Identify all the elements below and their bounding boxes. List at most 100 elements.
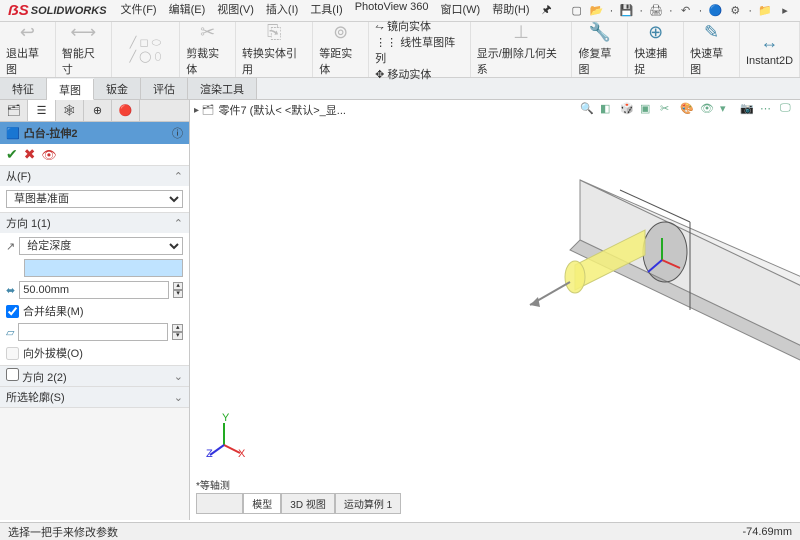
content-area: 🗂 ☰ 🕸 ⊕ 🔴 🟦 凸台-拉伸2 ⓘ ✔ ✖ 👁 从(F)⌃ 草图基准面 方向… [0,100,800,520]
menu-file[interactable]: 文件(F) [115,0,163,23]
depth-icon: ⬌ [6,284,15,297]
property-tab[interactable]: ☰ [28,100,56,121]
display-style-icon[interactable]: ▣ [640,102,654,116]
appearance-tab[interactable]: 🔴 [112,100,140,121]
feature-tree-tab[interactable]: 🗂 [0,100,28,121]
extrude-icon: 🟦 [6,127,20,140]
undo-icon[interactable]: ↶ [679,4,693,18]
settings-icon[interactable]: ⋯ [760,102,774,116]
trim-button[interactable]: ✂剪裁实体 [180,22,236,77]
draft-out-label: 向外拔模(O) [23,345,83,361]
contours-header[interactable]: 所选轮廓(S)⌄ [0,387,189,407]
relations-button[interactable]: ⊥显示/删除几何关系 [471,22,573,77]
merge-label: 合并结果(M) [23,303,84,319]
app-name: SOLIDWORKS [31,5,107,17]
dir2-checkbox[interactable] [6,368,19,381]
menu-search-icon[interactable]: 🖈 [536,0,558,23]
menu-view[interactable]: 视图(V) [211,0,260,23]
preview-icon[interactable]: 👁 [41,148,56,162]
hidden-icon[interactable]: 👁 [700,102,714,116]
heads-up-toolbar: 🔍 ◧ 🎲 ▣ ✂ 🎨 👁 ▾ 📷 ⋯ 🖵 [580,102,794,116]
direction-input[interactable] [24,259,183,277]
options-icon[interactable]: ⚙ [728,4,742,18]
zoom-icon[interactable]: 🔍 [580,102,594,116]
print-icon[interactable]: 🖨 [649,4,663,18]
zoom-area-icon[interactable]: ◧ [600,102,614,116]
ok-button[interactable]: ✔ [6,146,18,163]
screen-icon[interactable]: 🖵 [780,102,794,116]
view-orient-icon[interactable]: 🎲 [620,102,634,116]
config-tab[interactable]: 🕸 [56,100,84,121]
convert-button[interactable]: ⎘转换实体引用 [236,22,313,77]
sketch-tools-group[interactable]: ╱ ◻ ⬭ ╱ ◯ ⬯ [112,22,181,77]
tab-eval[interactable]: 评估 [141,78,188,99]
app-logo: ẞS SOLIDWORKS [0,2,115,19]
from-section: 从(F)⌃ 草图基准面 [0,166,189,213]
dir1-header[interactable]: 方向 1(1)⌃ [0,213,189,233]
reverse-icon[interactable]: ↗ [6,240,15,253]
svg-text:Z: Z [206,448,213,460]
folder-icon[interactable]: 📁 [758,4,772,18]
model-tab[interactable]: 模型 [243,493,281,514]
merge-checkbox[interactable] [6,305,19,318]
draft-out-checkbox [6,347,19,360]
new-icon[interactable]: ▢ [570,4,584,18]
tab-sketch[interactable]: 草图 [47,79,94,100]
status-hint: 选择一把手来修改参数 [8,524,118,540]
tab-sheet[interactable]: 钣金 [94,78,141,99]
menu-items: 文件(F) 编辑(E) 视图(V) 插入(I) 工具(I) PhotoView … [115,0,558,23]
feature-title: 凸台-拉伸2 [24,125,78,141]
menu-tools[interactable]: 工具(I) [304,0,348,23]
blank-tab[interactable]: ⠀⠀⠀⠀ [196,493,243,514]
status-coord: -74.69mm [742,526,792,538]
pattern-group[interactable]: ⥊ 镜向实体 ⋮⋮ 线性草图阵列 ✥ 移动实体 [369,22,471,77]
menu-insert[interactable]: 插入(I) [260,0,304,23]
bottom-tabs: ⠀⠀⠀⠀ 模型 3D 视图 运动算例 1 [196,493,401,514]
dir2-header[interactable]: 方向 2(2)⌄ [0,366,189,386]
help-icon[interactable]: ⓘ [172,125,183,141]
orientation-triad[interactable]: Y X Z [204,417,244,460]
end-condition-select[interactable]: 给定深度 [19,237,183,255]
3dview-tab[interactable]: 3D 视图 [281,493,335,514]
logo-icon: ẞS [8,2,29,19]
instant2d-button[interactable]: ↔Instant2D [740,22,800,77]
motion-tab[interactable]: 运动算例 1 [335,493,401,514]
repair-button[interactable]: 🔧修复草图 [572,22,628,77]
manager-tabs: 🗂 ☰ 🕸 ⊕ 🔴 [0,100,189,122]
scene-icon[interactable]: 🎨 [680,102,694,116]
rebuild-icon[interactable]: 🔵 [708,4,722,18]
quick-sketch-button[interactable]: ✎快速草图 [684,22,740,77]
section-icon[interactable]: ✂ [660,102,674,116]
draft-input[interactable] [18,323,168,341]
render-icon[interactable]: 📷 [740,102,754,116]
snap-button[interactable]: ⊕快速捕捉 [628,22,684,77]
depth-spinner[interactable]: ▴▾ [173,282,183,298]
cancel-button[interactable]: ✖ [24,146,36,163]
open-icon[interactable]: 📂 [590,4,604,18]
menu-window[interactable]: 窗口(W) [435,0,487,23]
contours-section: 所选轮廓(S)⌄ [0,387,189,408]
svg-text:X: X [238,448,246,460]
feature-header: 🟦 凸台-拉伸2 ⓘ [0,122,189,144]
tab-render[interactable]: 渲染工具 [188,78,257,99]
draft-spinner[interactable]: ▴▾ [172,324,183,340]
save-icon[interactable]: 💾 [619,4,633,18]
tab-feature[interactable]: 特征 [0,78,47,99]
flyout-tree[interactable]: ▸ 🗂 零件7 (默认< <默认>_显... [194,102,346,118]
from-select[interactable]: 草图基准面 [6,190,183,208]
direction1-section: 方向 1(1)⌃ ↗ 给定深度 ⬌ ▴▾ 合并结果(M) ▱ [0,213,189,366]
apply-icon[interactable]: ▾ [720,102,734,116]
depth-input[interactable] [19,281,169,299]
menu-help[interactable]: 帮助(H) [486,0,535,23]
smart-dim-button[interactable]: ⟷智能尺寸 [56,22,112,77]
offset-button[interactable]: ⊚等距实体 [313,22,369,77]
flag-icon[interactable]: ▸ [778,4,792,18]
confirm-row: ✔ ✖ 👁 [0,144,189,166]
from-header[interactable]: 从(F)⌃ [0,166,189,186]
direction2-section: 方向 2(2)⌄ [0,366,189,387]
exit-sketch-button[interactable]: ↩退出草图 [0,22,56,77]
menu-edit[interactable]: 编辑(E) [163,0,212,23]
draft-icon[interactable]: ▱ [6,326,14,339]
dimxpert-tab[interactable]: ⊕ [84,100,112,121]
viewport[interactable]: ▸ 🗂 零件7 (默认< <默认>_显... 🔍 ◧ 🎲 ▣ ✂ 🎨 👁 ▾ 📷… [190,100,800,520]
